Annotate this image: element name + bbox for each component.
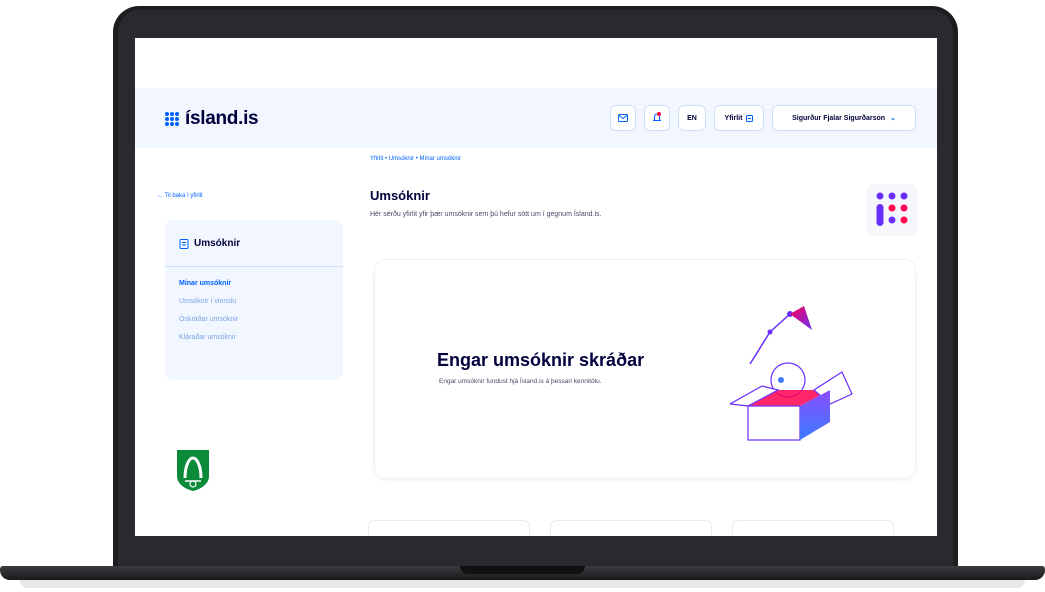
sidebar-item-my-applications[interactable]: Mínar umsóknir [179,280,231,287]
empty-state-title: Engar umsóknir skráðar [437,350,645,370]
empty-state-card: Engar umsóknir skráðar Engar umsóknir fu… [375,260,915,478]
laptop-shadow [20,580,1025,588]
notification-badge [657,112,661,116]
back-link[interactable]: ← Til baka í yfirlit [157,193,203,199]
sidebar-item-completed[interactable]: Kláraðar umsóknir [179,334,236,341]
applications-dots-icon [866,184,918,236]
card-stub-2 [550,520,712,536]
mail-button[interactable] [610,105,636,131]
language-button[interactable]: EN [678,105,706,131]
document-icon [179,238,189,249]
sidebar-panel: Umsóknir Mínar umsóknir Umsóknir í vinns… [165,220,343,380]
open-box-lamp-illustration [730,306,853,441]
sidebar-heading-label: Umsóknir [194,238,241,249]
grid-logo-icon [165,112,179,126]
screen: ísland.is EN Yfirlit Sigurður Fjalar Sig… [135,38,937,536]
sidebar-item-unregistered[interactable]: Óskráðar umsóknir [179,316,238,323]
top-header: ísland.is EN Yfirlit Sigurður Fjalar Sig… [135,88,937,148]
sidebar-heading[interactable]: Umsóknir [179,238,240,249]
overview-label: Yfirlit [724,114,743,122]
breadcrumb[interactable]: Yfirlit • Umsóknir • Mínar umsóknir [370,156,461,162]
sidebar-item-in-progress[interactable]: Umsóknir í vinnslu [179,298,236,305]
card-stub-1 [368,520,530,536]
page-description: Hér sérðu yfirlit yfir þær umsóknir sem … [370,211,602,218]
laptop-notch [460,566,585,574]
page-title: Umsóknir [370,188,430,203]
user-name: Sigurður Fjalar Sigurðarson [792,114,886,122]
card-stub-3 [732,520,894,536]
notification-button[interactable] [644,105,670,131]
crest-icon [177,450,209,491]
user-menu-button[interactable]: Sigurður Fjalar Sigurðarson ⌄ [772,105,916,131]
mail-icon [618,114,628,122]
site-logo[interactable]: ísland.is [165,108,259,130]
empty-state-description: Engar umsóknir fundust hjá Ísland.is á þ… [439,378,602,385]
menu-icon [746,114,754,122]
sidebar-divider [165,266,343,267]
logo-text: ísland.is [185,108,259,129]
overview-button[interactable]: Yfirlit [714,105,764,131]
chevron-down-icon: ⌄ [890,115,896,122]
